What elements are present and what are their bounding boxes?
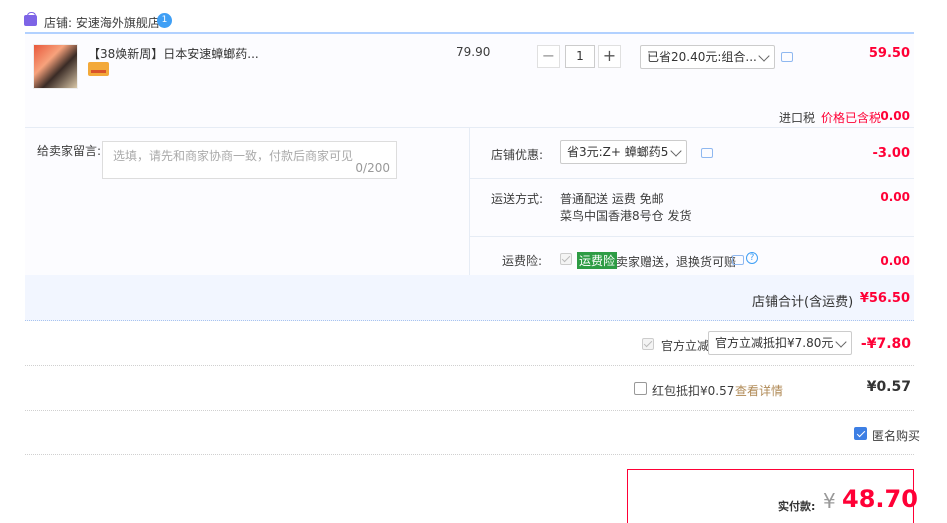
quantity-plus-button[interactable]: + bbox=[598, 45, 621, 68]
shop-discount-label: 店铺优惠: bbox=[491, 148, 544, 162]
official-discount-label: 官方立减 bbox=[661, 339, 710, 353]
chat-bubble-icon[interactable] bbox=[781, 52, 793, 62]
chat-bubble-icon[interactable] bbox=[732, 255, 744, 265]
anonymous-label: 匿名购买 bbox=[872, 429, 921, 443]
message-counter: 0/200 bbox=[355, 161, 390, 175]
quantity-input[interactable]: 1 bbox=[565, 45, 595, 68]
shipping-line2: 菜鸟中国香港8号仓 发货 bbox=[560, 209, 692, 223]
official-discount-select-value: 官方立减抵扣¥7.80元 bbox=[715, 336, 834, 350]
chevron-down-icon bbox=[835, 336, 847, 348]
insurance-tag: 运费险 bbox=[577, 252, 618, 269]
order-options-section: 给卖家留言: 选填，请先和商家协商一致，付款后商家可见 0/200 店铺优惠: … bbox=[25, 127, 914, 276]
shop-discount-select[interactable]: 省3元:Z+ 蟑螂药5 bbox=[560, 140, 687, 164]
message-input[interactable]: 选填，请先和商家协商一致，付款后商家可见 0/200 bbox=[102, 141, 397, 179]
redpacket-label: 红包抵扣¥0.57 bbox=[652, 384, 735, 398]
shipping-line1: 普通配送 运费 免邮 bbox=[560, 192, 664, 206]
unit-price: 79.90 bbox=[456, 45, 491, 59]
tax-value: 0.00 bbox=[880, 109, 910, 123]
tax-note: 价格已含税 bbox=[821, 111, 882, 125]
shop-total-value: ¥56.50 bbox=[859, 291, 910, 306]
shop-badge-icon[interactable]: 1 bbox=[157, 13, 172, 28]
insurance-label: 运费险: bbox=[502, 254, 543, 268]
row-divider bbox=[25, 365, 914, 366]
official-discount-value: -¥7.80 bbox=[860, 336, 911, 352]
product-title[interactable]: 【38焕新周】日本安速蟑螂药... bbox=[88, 45, 259, 62]
promo-select-value: 已省20.40元:组合... bbox=[647, 50, 757, 64]
row-divider bbox=[470, 178, 914, 179]
shop-total-label: 店铺合计(含运费) bbox=[752, 295, 854, 310]
shop-name[interactable]: 店铺: 安速海外旗舰店 bbox=[44, 14, 160, 31]
insurance-checkbox[interactable] bbox=[560, 253, 572, 265]
row-divider bbox=[25, 454, 914, 455]
payment-currency: ¥ bbox=[823, 489, 836, 513]
total-payment-box: 实付款: ¥ 48.70 bbox=[627, 469, 918, 523]
insurance-desc: 卖家赠送，退换货可赔 bbox=[616, 255, 737, 269]
payment-label: 实付款: bbox=[778, 500, 816, 513]
item-subtotal: 59.50 bbox=[868, 46, 910, 61]
section-divider bbox=[469, 128, 470, 276]
tax-label: 进口税 bbox=[779, 111, 816, 125]
chevron-down-icon bbox=[758, 50, 770, 62]
row-divider bbox=[25, 410, 914, 411]
shop-discount-value: -3.00 bbox=[872, 146, 910, 161]
shipping-value: 0.00 bbox=[880, 190, 910, 204]
promo-select[interactable]: 已省20.40元:组合... bbox=[640, 45, 775, 69]
shop-discount-select-value: 省3元:Z+ 蟑螂药5 bbox=[567, 145, 669, 159]
anonymous-checkbox[interactable] bbox=[854, 427, 867, 440]
official-discount-checkbox[interactable] bbox=[642, 338, 654, 350]
official-discount-select[interactable]: 官方立减抵扣¥7.80元 bbox=[708, 331, 852, 355]
product-thumbnail[interactable] bbox=[33, 44, 78, 89]
credit-card-icon bbox=[88, 62, 109, 76]
redpacket-value: ¥0.57 bbox=[866, 379, 911, 395]
help-icon[interactable]: ? bbox=[746, 252, 758, 264]
chat-bubble-icon[interactable] bbox=[701, 148, 713, 158]
redpacket-details-link[interactable]: 查看详情 bbox=[735, 382, 783, 399]
payment-value: 48.70 bbox=[842, 485, 918, 513]
quantity-minus-button[interactable]: − bbox=[537, 45, 560, 68]
chevron-down-icon bbox=[670, 145, 682, 157]
shop-subtotal-bar: 店铺合计(含运费) ¥56.50 bbox=[25, 275, 914, 321]
message-placeholder: 选填，请先和商家协商一致，付款后商家可见 bbox=[113, 149, 354, 163]
row-divider bbox=[470, 236, 914, 237]
insurance-value: 0.00 bbox=[880, 254, 910, 268]
message-label: 给卖家留言: bbox=[37, 144, 102, 158]
item-row: 【38焕新周】日本安速蟑螂药... 79.90 − 1 + 已省20.40元:组… bbox=[25, 32, 914, 127]
shop-icon bbox=[24, 12, 37, 26]
redpacket-checkbox[interactable] bbox=[634, 382, 647, 395]
shipping-label: 运送方式: bbox=[491, 192, 544, 206]
